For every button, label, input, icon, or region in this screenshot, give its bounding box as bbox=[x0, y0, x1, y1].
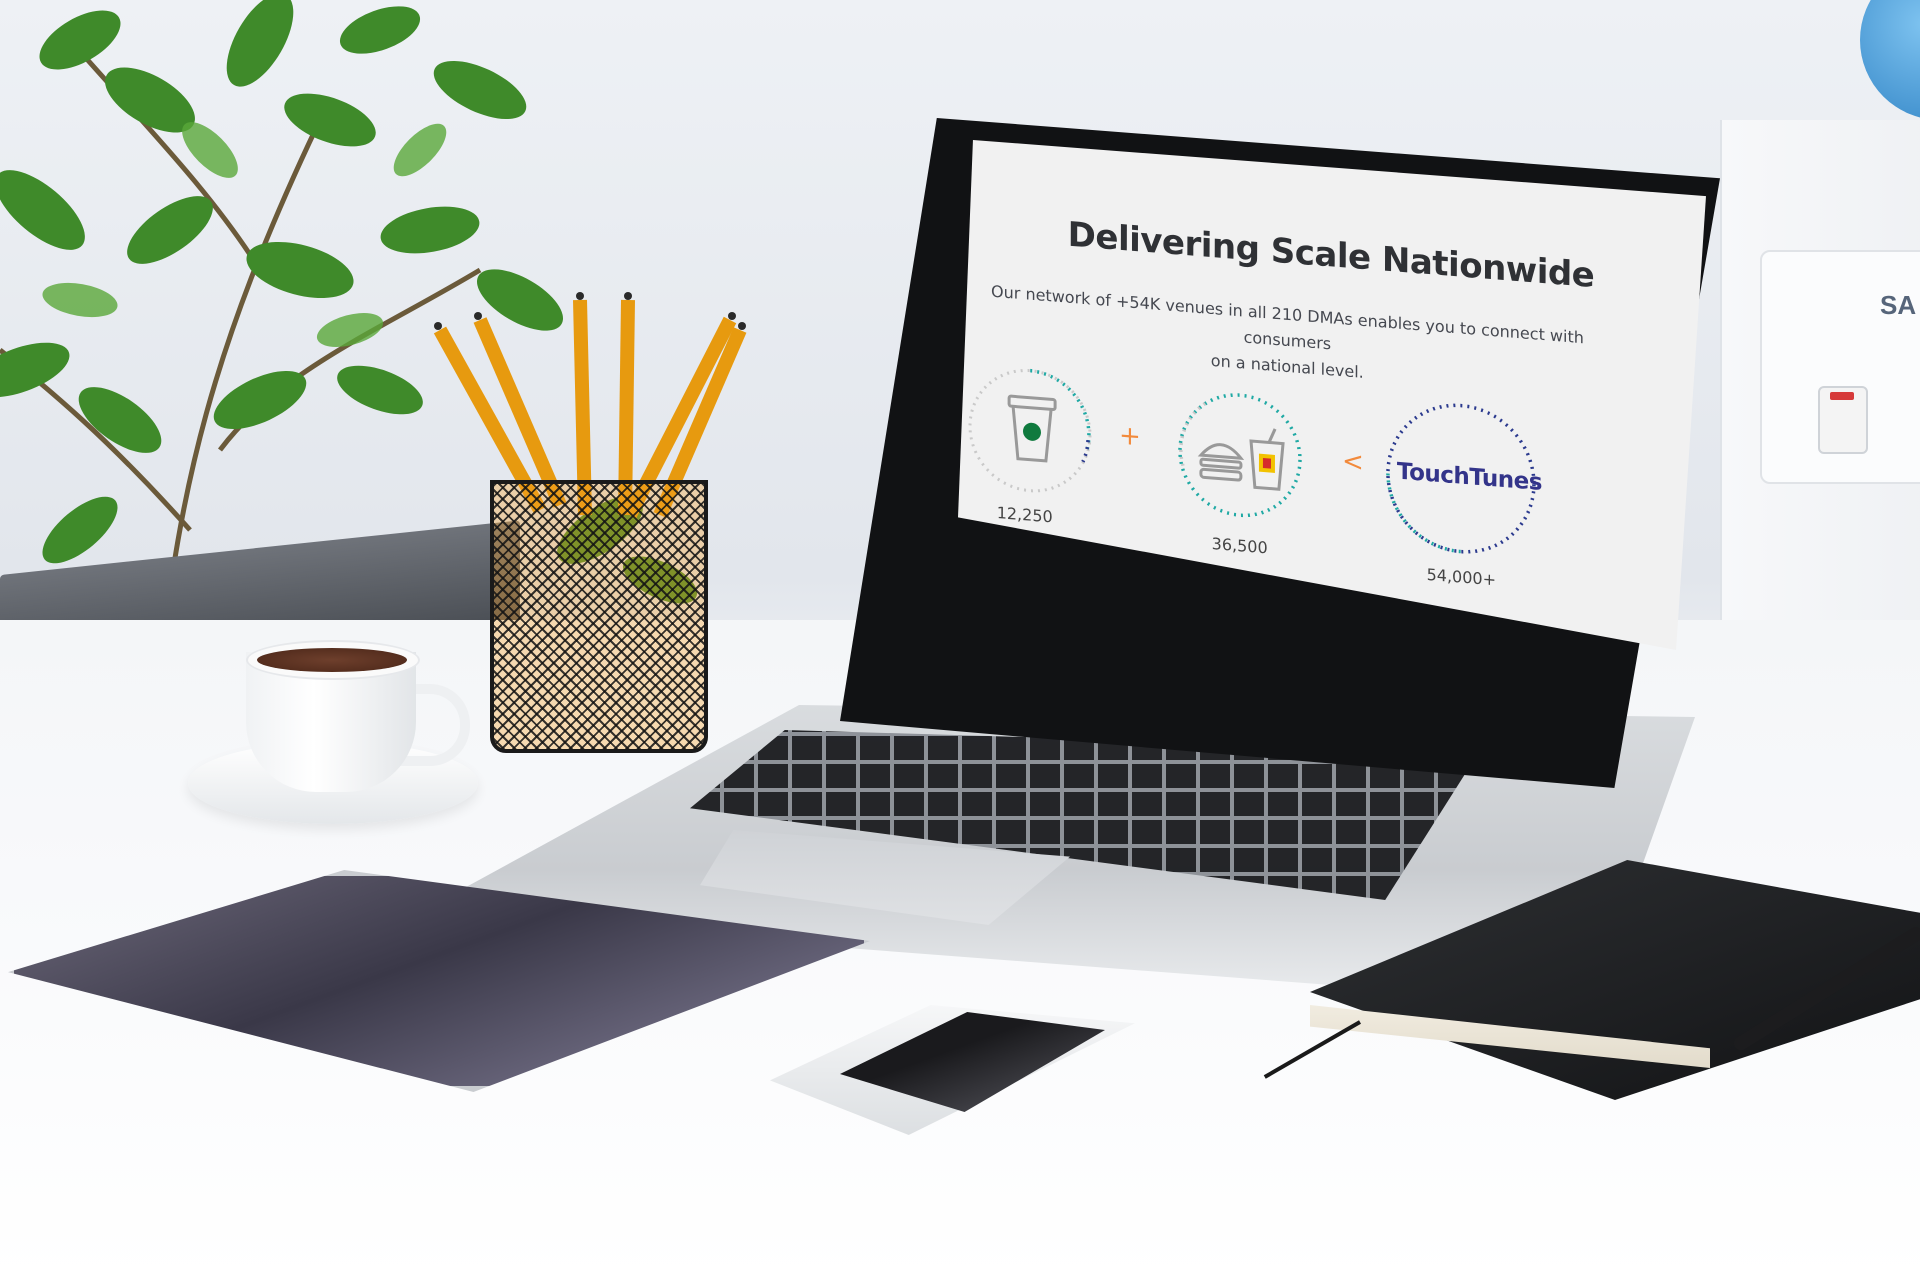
slide-subtitle-line-2: on a national level. bbox=[1210, 350, 1364, 382]
stat-value-venues-food: 36,500 bbox=[1211, 533, 1268, 558]
less-than-operator-icon: < bbox=[1341, 446, 1364, 478]
burger-and-drink-icon bbox=[1197, 428, 1285, 491]
plus-operator-icon: + bbox=[1118, 420, 1141, 453]
stat-value-venues-coffee: 12,250 bbox=[996, 503, 1053, 527]
globe bbox=[1860, 0, 1920, 120]
pencil-holder bbox=[490, 480, 708, 753]
coffee-cup-icon bbox=[1007, 394, 1057, 463]
stat-value-venues-total: 54,000+ bbox=[1426, 564, 1497, 590]
slide-title: Delivering Scale Nationwide bbox=[1067, 214, 1595, 297]
slide-subtitle-line-1: Our network of +54K venues in all 210 DM… bbox=[991, 281, 1584, 354]
desk-scene: SA Delivering Scale Nationwide Our netwo… bbox=[0, 0, 1920, 1281]
coffee bbox=[257, 648, 407, 672]
water-cooler-brand: SA bbox=[1880, 290, 1917, 320]
water-cooler-tap bbox=[1818, 386, 1868, 454]
